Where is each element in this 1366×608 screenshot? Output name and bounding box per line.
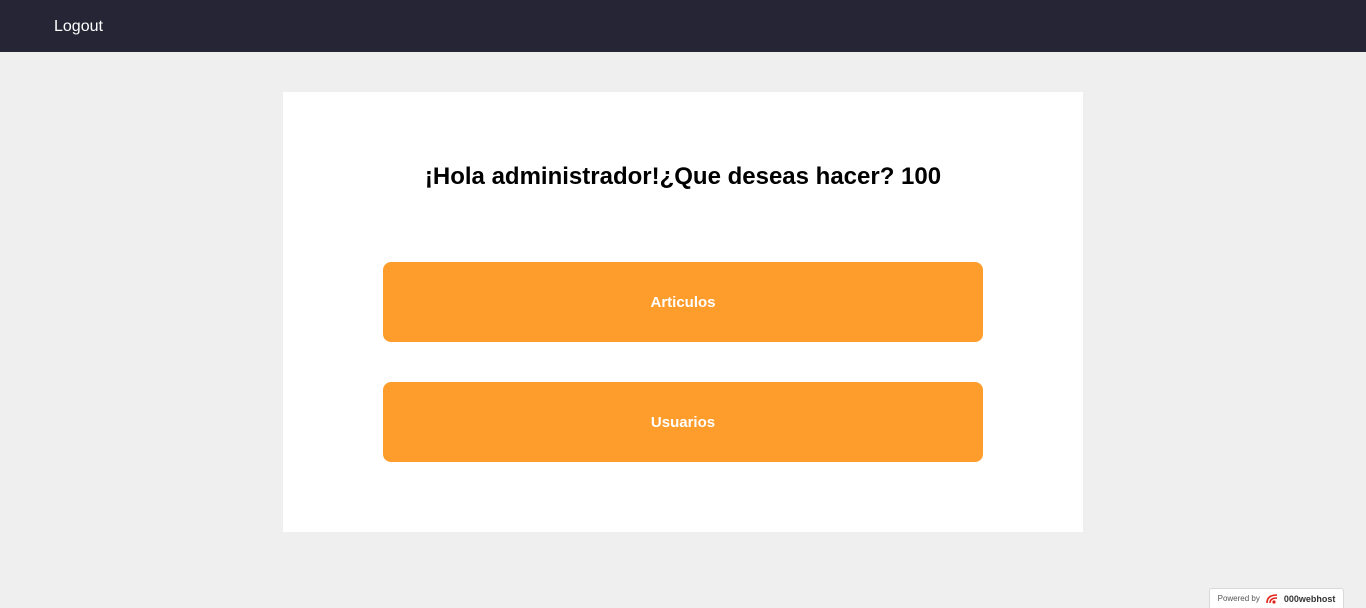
- 000webhost-brand-label: 000webhost: [1283, 593, 1336, 604]
- admin-panel-card: ¡Hola administrador!¿Que deseas hacer? 1…: [283, 92, 1083, 532]
- logout-link[interactable]: Logout: [54, 17, 103, 37]
- page-title: ¡Hola administrador!¿Que deseas hacer? 1…: [424, 163, 942, 190]
- top-navbar: Logout: [0, 0, 1366, 52]
- usuarios-button[interactable]: Usuarios: [383, 382, 983, 462]
- powered-by-badge[interactable]: Powered by 000webhost: [1209, 588, 1344, 608]
- 000webhost-logo-icon: [1266, 593, 1277, 604]
- powered-by-label: Powered by: [1217, 594, 1260, 603]
- articulos-button[interactable]: Articulos: [383, 262, 983, 342]
